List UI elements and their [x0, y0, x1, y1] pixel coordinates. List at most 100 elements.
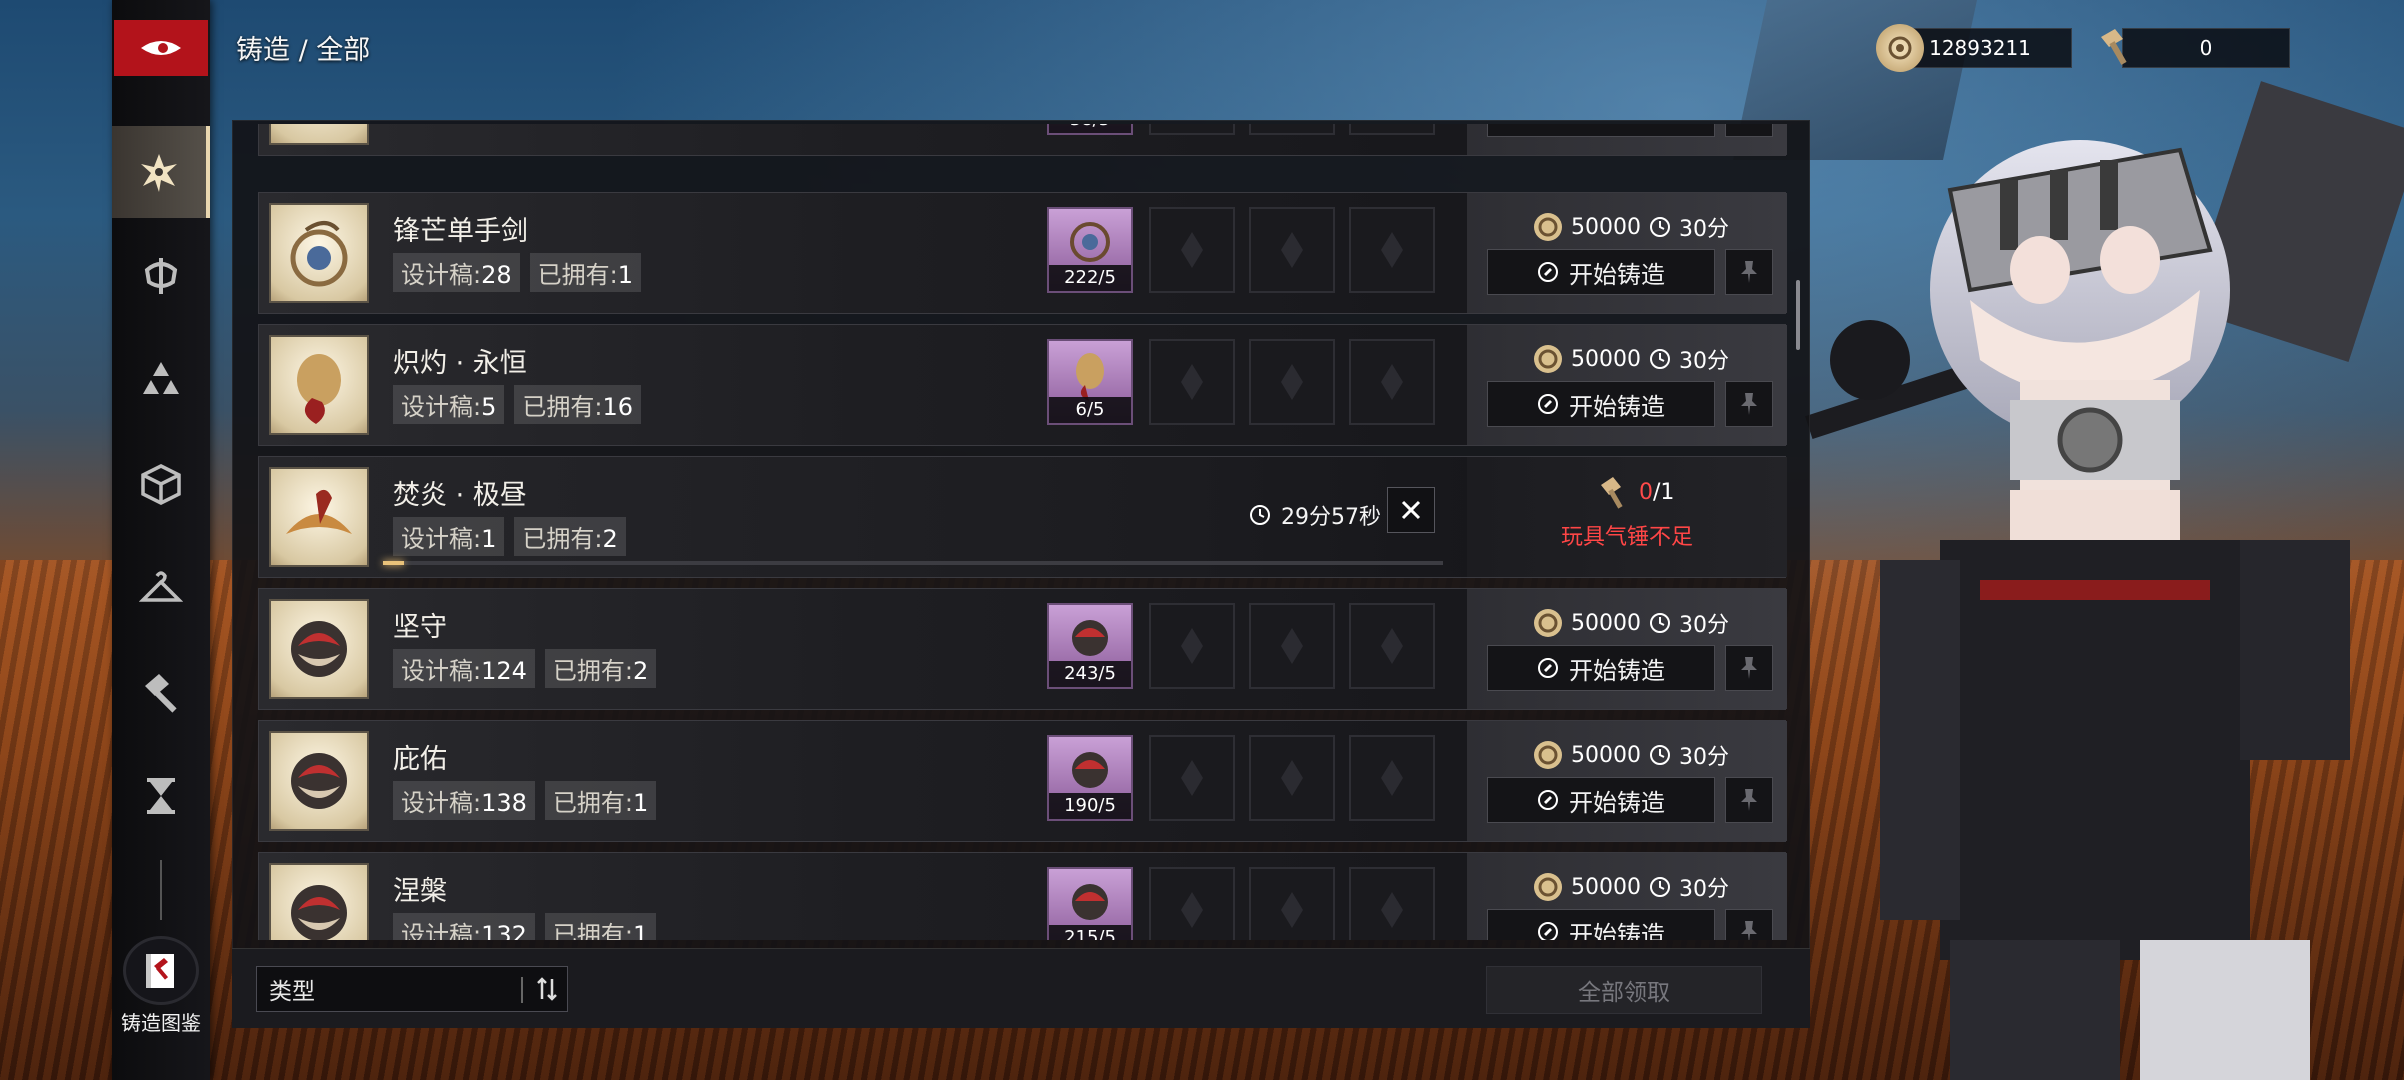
- forge-cost: 50000 30分: [1533, 211, 1729, 243]
- action-area: 50000 30分 开始铸造: [1467, 193, 1787, 313]
- decorative-text: [1196, 958, 1424, 1022]
- clock-icon: [1650, 613, 1670, 633]
- insufficient-hammer-warning: 玩具气锤不足: [1560, 525, 1693, 550]
- nav-item-forge[interactable]: [112, 646, 210, 738]
- start-forge-button[interactable]: 开始铸造: [1487, 645, 1715, 691]
- pin-icon: [1741, 789, 1757, 811]
- recipe-row[interactable]: 涅槃 设计稿:132 已拥有:1 215/5 50000 30分 开始铸造: [258, 852, 1787, 940]
- recipe-row-partial[interactable]: 38/5: [258, 124, 1787, 156]
- hanger-icon: [139, 571, 183, 602]
- pin-icon: [1741, 393, 1757, 415]
- start-forge-button[interactable]: 开始铸造: [1487, 777, 1715, 823]
- start-forge-button[interactable]: [1487, 124, 1715, 137]
- item-name: 涅槃: [393, 876, 447, 907]
- recipe-row-crafting[interactable]: 焚炎 · 极昼 设计稿:1 已拥有:2 29分57秒 0/1 玩具气锤不足: [258, 456, 1787, 578]
- recipe-row[interactable]: 锋芒单手剑 设计稿:28 已拥有:1 222/5 50000 30分 开始铸造: [258, 192, 1787, 314]
- recipe-row[interactable]: 炽灼 · 永恒 设计稿:5 已拥有:16 6/5 50000 30分 开始铸造: [258, 324, 1787, 446]
- craft-timer: 29分57秒: [1249, 499, 1381, 531]
- design-count: 设计稿:5: [393, 385, 505, 424]
- empty-slot: [1149, 124, 1235, 135]
- item-thumbnail: [269, 731, 369, 831]
- material-count: 190/5: [1049, 793, 1131, 819]
- empty-slot: [1149, 207, 1235, 293]
- clock-icon: [1250, 505, 1270, 525]
- close-icon: [1401, 500, 1421, 520]
- action-area: 50000 30分 开始铸造: [1467, 853, 1787, 940]
- empty-slot: [1249, 867, 1335, 940]
- pin-button[interactable]: [1725, 777, 1773, 823]
- pin-button[interactable]: [1725, 381, 1773, 427]
- recipe-list[interactable]: 38/5 锋芒单手剑 设计稿:28 已拥有:1 222/5 50000: [256, 124, 1788, 940]
- forge-codex-button[interactable]: 铸造图鉴: [116, 936, 206, 1036]
- forge-icon: [1538, 262, 1558, 282]
- craft-progress-fill: [383, 561, 405, 565]
- triangle-cluster-icon: [143, 362, 179, 394]
- nav-item-cube[interactable]: [112, 438, 210, 530]
- clock-icon: [1650, 877, 1670, 897]
- item-thumbnail: [269, 599, 369, 699]
- collect-all-button[interactable]: 全部领取: [1486, 966, 1762, 1014]
- sword-emblem-icon: [144, 258, 178, 294]
- material-count: 243/5: [1049, 661, 1131, 687]
- recipe-row[interactable]: 坚守 设计稿:124 已拥有:2 243/5 50000 30分 开始铸造: [258, 588, 1787, 710]
- pin-button[interactable]: [1725, 124, 1773, 137]
- nav-item-time[interactable]: [112, 750, 210, 842]
- recipe-row[interactable]: 庇佑 设计稿:138 已拥有:1 190/5 50000 30分 开始铸造: [258, 720, 1787, 842]
- owned-count: 已拥有:1: [544, 781, 657, 820]
- item-thumbnail: [269, 863, 369, 940]
- pin-button[interactable]: [1725, 909, 1773, 940]
- pin-button[interactable]: [1725, 645, 1773, 691]
- list-scrollbar[interactable]: [1796, 280, 1800, 350]
- cube-icon: [141, 464, 181, 505]
- pin-button[interactable]: [1725, 249, 1773, 295]
- material-slot[interactable]: 222/5: [1047, 207, 1133, 293]
- owned-count: 已拥有:16: [514, 385, 642, 424]
- filter-separator: [521, 977, 523, 1003]
- book-hammer-icon: [146, 953, 174, 988]
- forge-icon: [1538, 922, 1558, 940]
- material-slot[interactable]: 6/5: [1047, 339, 1133, 425]
- action-area: [1467, 124, 1787, 155]
- empty-slot: [1349, 124, 1435, 135]
- material-slot[interactable]: 243/5: [1047, 603, 1133, 689]
- coin-icon: [1876, 24, 1924, 72]
- hammer-balance: 0: [2122, 28, 2290, 68]
- item-name: 坚守: [393, 612, 447, 643]
- empty-slot: [1249, 603, 1335, 689]
- pin-icon: [1741, 261, 1757, 283]
- action-area: 0/1 玩具气锤不足: [1467, 457, 1787, 577]
- nav-item-all[interactable]: [112, 126, 210, 218]
- design-count: 设计稿:28: [393, 253, 520, 292]
- owned-count: 已拥有:1: [529, 253, 642, 292]
- pin-icon: [1741, 657, 1757, 679]
- nav-divider: [160, 860, 162, 920]
- material-slot[interactable]: 38/5: [1047, 124, 1133, 135]
- nav-item-weapon[interactable]: [112, 230, 210, 322]
- action-area: 50000 30分 开始铸造: [1467, 325, 1787, 445]
- material-count: 222/5: [1049, 265, 1131, 291]
- nav-item-trinity[interactable]: [112, 334, 210, 426]
- start-forge-button[interactable]: 开始铸造: [1487, 909, 1715, 940]
- menu-logo-button[interactable]: [114, 20, 208, 76]
- start-forge-button[interactable]: 开始铸造: [1487, 381, 1715, 427]
- flower-icon: [141, 154, 177, 192]
- forge-icon: [1538, 658, 1558, 678]
- codex-icon-wrapper: [123, 936, 199, 1005]
- item-name: 焚炎 · 极昼: [393, 480, 527, 511]
- empty-slot: [1349, 603, 1435, 689]
- empty-slot: [1249, 339, 1335, 425]
- item-name: 锋芒单手剑: [393, 216, 528, 247]
- forge-icon: [1538, 790, 1558, 810]
- emblem-item-icon: [291, 885, 347, 940]
- owned-count: 已拥有:1: [544, 913, 657, 940]
- cancel-craft-button[interactable]: [1387, 487, 1435, 533]
- sort-icon[interactable]: [533, 975, 561, 1003]
- start-forge-button[interactable]: 开始铸造: [1487, 249, 1715, 295]
- material-slot[interactable]: 190/5: [1047, 735, 1133, 821]
- nav-item-outfit[interactable]: [112, 542, 210, 634]
- material-slot[interactable]: 215/5: [1047, 867, 1133, 940]
- forge-cost: 50000 30分: [1533, 607, 1729, 639]
- type-filter-dropdown[interactable]: 类型: [256, 966, 568, 1012]
- clock-icon: [1650, 217, 1670, 237]
- toy-hammer-icon: [1601, 477, 1623, 509]
